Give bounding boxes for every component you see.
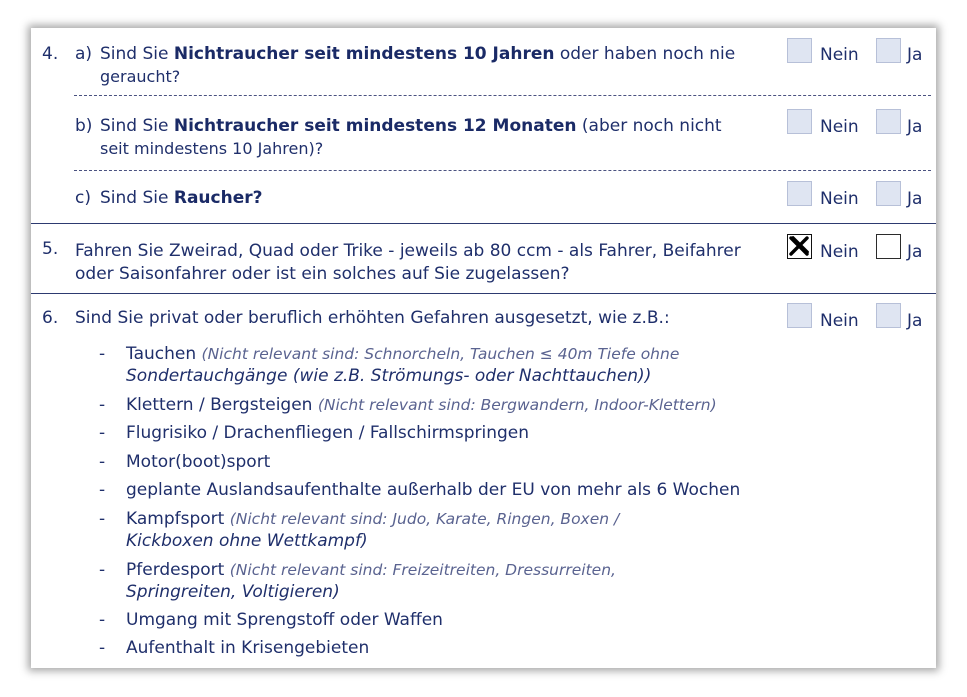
q4a-post: oder haben noch nie — [554, 44, 736, 64]
item-hint-cont: Sondertauchgänge (wie z.B. Strömungs- od… — [126, 366, 652, 386]
list-bullet: - — [99, 480, 106, 500]
q4a-pre: Sind Sie — [100, 44, 174, 64]
q4a-question: Sind Sie Nichtraucher seit mindestens 10… — [100, 44, 735, 65]
q4a-nein-checkbox[interactable] — [787, 38, 812, 63]
q4c-nein-label: Nein — [820, 189, 859, 209]
q5-line1: Fahren Sie Zweirad, Quad oder Trike - je… — [75, 241, 741, 261]
q4a-letter: a) — [75, 44, 93, 64]
item-label: Tauchen — [126, 344, 197, 364]
list-item: Klettern / Bergsteigen (Nicht relevant s… — [126, 395, 717, 416]
item-hint: (Nicht relevant sind: Judo, Karate, Ring… — [229, 510, 620, 528]
check-x-icon — [789, 236, 809, 256]
list-item: Aufenthalt in Krisengebieten — [126, 638, 370, 658]
list-bullet: - — [99, 344, 106, 364]
q4c-bold: Raucher? — [173, 188, 263, 208]
q4a-ja-label: Ja — [907, 45, 923, 65]
list-bullet: - — [99, 638, 106, 658]
list-item: Kampfsport (Nicht relevant sind: Judo, K… — [126, 509, 619, 530]
q4c-ja-label: Ja — [907, 189, 923, 209]
q5-line2: oder Saisonfahrer oder ist ein solches a… — [75, 264, 570, 284]
q5-ja-checkbox[interactable] — [876, 234, 901, 259]
q4b-line2: seit mindestens 10 Jahren)? — [100, 139, 324, 158]
q4c-letter: c) — [75, 188, 91, 208]
list-bullet: - — [99, 610, 106, 630]
q4b-pre: Sind Sie — [100, 116, 174, 136]
q4a-line2: geraucht? — [100, 67, 181, 86]
q6-question: Sind Sie privat oder beruflich erhöhten … — [75, 308, 670, 328]
q4c-pre: Sind Sie — [100, 188, 174, 208]
q6-ja-label: Ja — [907, 311, 923, 331]
q5-number: 5. — [42, 239, 59, 259]
q4b-post: (aber noch nicht — [576, 116, 722, 136]
item-label: Klettern / Bergsteigen — [126, 395, 313, 415]
q4c-ja-checkbox[interactable] — [876, 181, 901, 206]
q4a-ja-checkbox[interactable] — [876, 38, 901, 63]
list-item: Flugrisiko / Drachenfliegen / Fallschirm… — [126, 423, 530, 443]
q4-number: 4. — [42, 44, 59, 64]
q4a-bold: Nichtraucher seit mindestens 10 Jahren — [173, 44, 555, 64]
list-bullet: - — [99, 423, 106, 443]
q5-nein-label: Nein — [820, 242, 859, 262]
q4b-nein-label: Nein — [820, 117, 859, 137]
q4b-letter: b) — [75, 116, 93, 136]
q4b-ja-label: Ja — [907, 117, 923, 137]
q4c-question: Sind Sie Raucher? — [100, 188, 263, 209]
q6-number: 6. — [42, 308, 59, 328]
q4b-ja-checkbox[interactable] — [876, 109, 901, 134]
q6-ja-checkbox[interactable] — [876, 303, 901, 328]
separator-q5-q6 — [31, 293, 936, 294]
q6-nein-checkbox[interactable] — [787, 303, 812, 328]
item-label: Kampfsport — [126, 509, 225, 529]
list-bullet: - — [99, 560, 106, 580]
separator-4a-4b — [74, 95, 931, 96]
q6-nein-label: Nein — [820, 311, 859, 331]
list-bullet: - — [99, 509, 106, 529]
list-item: Tauchen (Nicht relevant sind: Schnorchel… — [126, 344, 679, 365]
separator-4b-4c — [74, 170, 931, 171]
q4b-bold: Nichtraucher seit mindestens 12 Monaten — [173, 116, 577, 136]
q5-ja-label: Ja — [907, 242, 923, 262]
list-item: Motor(boot)sport — [126, 452, 271, 472]
q4b-nein-checkbox[interactable] — [787, 109, 812, 134]
q4c-nein-checkbox[interactable] — [787, 181, 812, 206]
q4a-nein-label: Nein — [820, 45, 859, 65]
q5-nein-checkbox[interactable] — [787, 234, 812, 259]
item-label: Pferdesport — [126, 560, 225, 580]
q4b-question: Sind Sie Nichtraucher seit mindestens 12… — [100, 116, 722, 137]
list-item: Umgang mit Sprengstoff oder Waffen — [126, 610, 443, 630]
form-sheet: 4. a) Sind Sie Nichtraucher seit mindest… — [31, 28, 936, 668]
item-hint: (Nicht relevant sind: Schnorcheln, Tauch… — [201, 345, 680, 363]
list-item: Pferdesport (Nicht relevant sind: Freize… — [126, 560, 616, 581]
separator-q4-q5 — [31, 223, 936, 224]
item-hint-cont: Springreiten, Voltigieren) — [126, 582, 340, 602]
list-item: geplante Auslandsaufenthalte außerhalb d… — [126, 480, 741, 500]
item-hint-cont: Kickboxen ohne Wettkampf) — [126, 531, 368, 551]
item-hint: (Nicht relevant sind: Bergwandern, Indoo… — [317, 396, 717, 414]
item-hint: (Nicht relevant sind: Freizeitreiten, Dr… — [229, 561, 616, 579]
list-bullet: - — [99, 452, 106, 472]
list-bullet: - — [99, 395, 106, 415]
